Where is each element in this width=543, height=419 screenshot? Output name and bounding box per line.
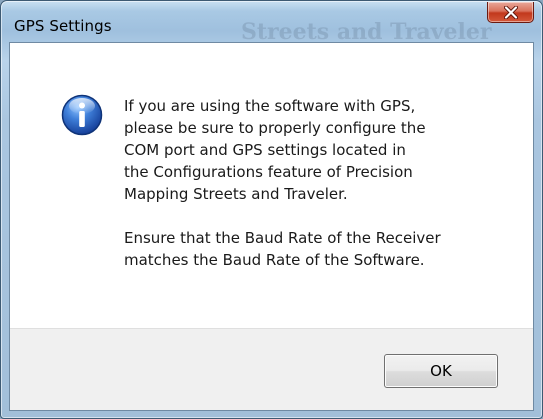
message-text: If you are using the software with GPS, … [124,95,524,271]
button-bar: OK [10,328,533,410]
message-area: If you are using the software with GPS, … [10,43,533,328]
dialog-client-area: If you are using the software with GPS, … [9,42,534,411]
dialog-window: Streets and Traveler GPS Settings If you… [0,0,543,419]
close-button[interactable] [487,2,534,23]
info-icon [61,94,103,136]
close-icon [504,6,518,19]
window-title: GPS Settings [14,17,112,35]
message-paragraph-1: If you are using the software with GPS, … [124,97,426,203]
message-paragraph-2: Ensure that the Baud Rate of the Receive… [124,229,441,269]
ok-button[interactable]: OK [384,354,498,388]
title-bar[interactable]: GPS Settings [2,2,541,42]
